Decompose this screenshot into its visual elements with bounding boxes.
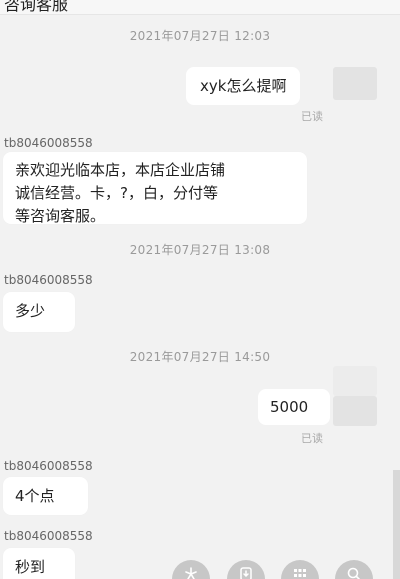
- sender-name: tb8046008558: [4, 136, 93, 150]
- action-button[interactable]: [281, 560, 319, 579]
- grid-icon: [294, 569, 306, 577]
- incoming-message[interactable]: 亲欢迎光临本店，本店企业店铺 诚信经营。卡，?，白，分付等 等咨询客服。: [3, 152, 307, 225]
- search-icon: [347, 567, 361, 579]
- sender-name: tb8046008558: [4, 273, 93, 287]
- message-text: 4个点: [15, 487, 55, 505]
- action-button[interactable]: [172, 560, 210, 579]
- flower-icon: [185, 567, 197, 579]
- message-text: 秒到: [15, 558, 46, 576]
- action-button[interactable]: [335, 560, 373, 579]
- timestamp: 2021年07月27日 12:03: [129, 29, 271, 43]
- incoming-message[interactable]: 4个点: [3, 477, 88, 515]
- message-text: 5000: [270, 398, 309, 416]
- header-bar: 咨询客服: [0, 0, 400, 15]
- incoming-message[interactable]: 秒到: [3, 548, 75, 579]
- action-button[interactable]: [227, 560, 265, 579]
- message-line: 等咨询客服。: [15, 207, 106, 225]
- sender-name: tb8046008558: [4, 459, 93, 473]
- chat-screen: 咨询客服 2021年07月27日 12:03 xyk怎么提啊 已读 tb8046…: [0, 0, 400, 579]
- message-text: xyk怎么提啊: [200, 77, 287, 95]
- message-line: 诚信经营。卡，?，白，分付等: [15, 184, 218, 202]
- message-text: 多少: [15, 302, 46, 320]
- timestamp: 2021年07月27日 14:50: [129, 350, 271, 364]
- incoming-message[interactable]: 多少: [3, 292, 75, 332]
- read-status: 已读: [301, 110, 323, 123]
- sender-name: tb8046008558: [4, 529, 93, 543]
- blurred-area: [333, 366, 377, 396]
- download-icon: [240, 567, 252, 579]
- read-status: 已读: [301, 432, 323, 445]
- outgoing-message[interactable]: xyk怎么提啊: [186, 67, 301, 105]
- message-line: 亲欢迎光临本店，本店企业店铺: [15, 161, 226, 179]
- timestamp: 2021年07月27日 13:08: [129, 243, 271, 257]
- my-avatar[interactable]: [333, 67, 377, 100]
- my-avatar[interactable]: [333, 396, 377, 426]
- header-title: 咨询客服: [4, 0, 69, 14]
- outgoing-message[interactable]: 5000: [258, 389, 330, 425]
- scrollbar[interactable]: [393, 470, 400, 579]
